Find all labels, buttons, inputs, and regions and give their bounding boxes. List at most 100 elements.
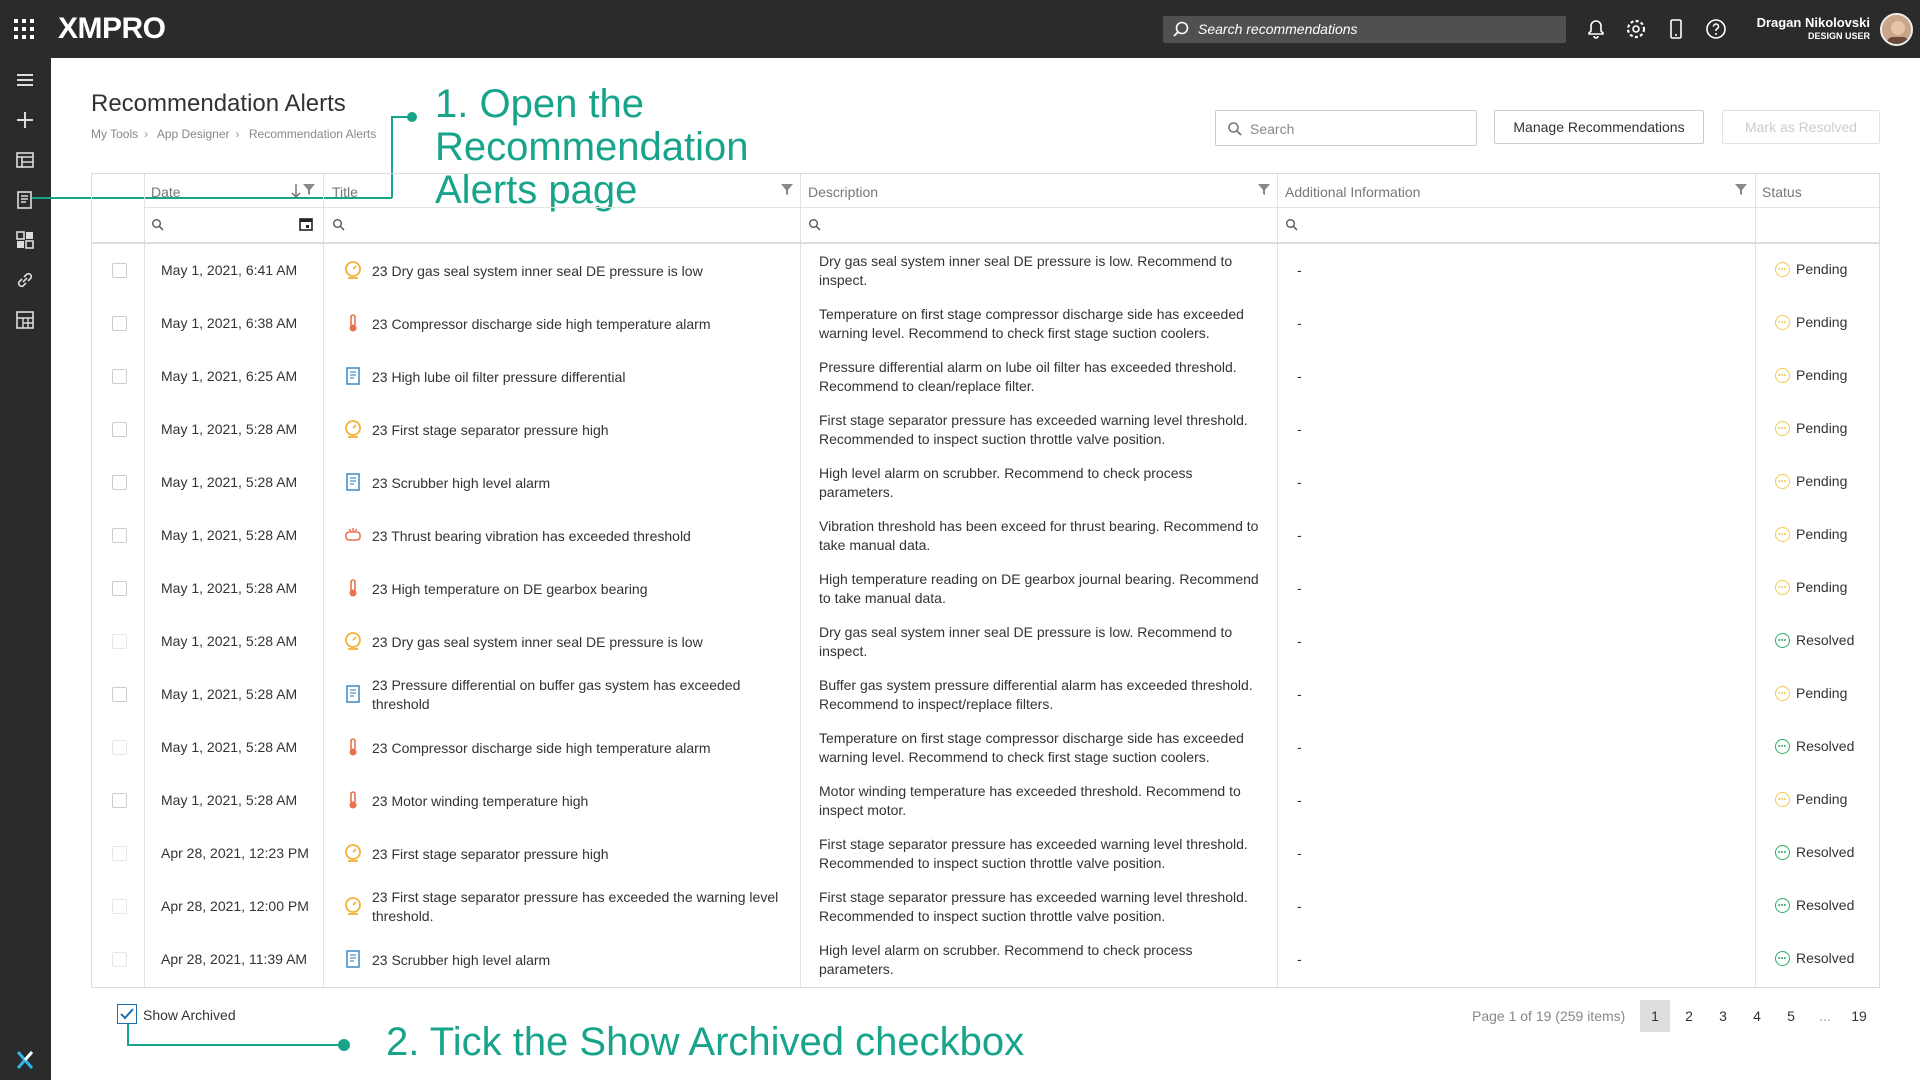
pressure-gauge-icon	[342, 418, 364, 440]
row-date: May 1, 2021, 6:25 AM	[161, 368, 298, 384]
row-date: May 1, 2021, 5:28 AM	[161, 527, 298, 543]
page-button-2[interactable]: 2	[1674, 1000, 1704, 1032]
table-row[interactable]: May 1, 2021, 6:41 AM 23 Dry gas seal syst…	[92, 244, 1879, 297]
column-header-additional-information[interactable]: Additional Information	[1285, 184, 1420, 200]
table-row[interactable]: May 1, 2021, 5:28 AM 23 Scrubber high lev…	[92, 456, 1879, 509]
table-row[interactable]: May 1, 2021, 5:28 AM 23 Compressor discha…	[92, 721, 1879, 774]
row-title[interactable]: 23 Dry gas seal system inner seal DE pre…	[372, 262, 792, 281]
row-checkbox[interactable]	[112, 687, 127, 702]
row-title[interactable]: 23 First stage separator pressure high	[372, 421, 792, 440]
column-header-status[interactable]: Status	[1762, 184, 1802, 200]
table-row[interactable]: May 1, 2021, 5:28 AM 23 Dry gas seal syst…	[92, 615, 1879, 668]
link-icon[interactable]	[13, 268, 37, 292]
row-title[interactable]: 23 Compressor discharge side high temper…	[372, 739, 792, 758]
page-button-1[interactable]: 1	[1640, 1000, 1670, 1032]
row-title[interactable]: 23 Dry gas seal system inner seal DE pre…	[372, 633, 792, 652]
search-icon[interactable]	[332, 218, 346, 232]
row-checkbox[interactable]	[112, 952, 127, 967]
row-additional-info: -	[1297, 368, 1302, 384]
row-date: May 1, 2021, 5:28 AM	[161, 686, 298, 702]
column-header-title[interactable]: Title	[332, 184, 358, 200]
calendar-icon[interactable]	[298, 216, 314, 232]
column-header-description[interactable]: Description	[808, 184, 878, 200]
column-header-date[interactable]: Date	[151, 184, 181, 200]
table-row[interactable]: May 1, 2021, 5:28 AM 23 Thrust bearing vi…	[92, 509, 1879, 562]
table-row[interactable]: May 1, 2021, 5:28 AM 23 High temperature …	[92, 562, 1879, 615]
mobile-icon[interactable]	[1664, 17, 1688, 41]
row-checkbox[interactable]	[112, 475, 127, 490]
search-icon[interactable]	[808, 218, 822, 232]
filter-icon[interactable]	[302, 182, 316, 196]
table-row[interactable]: Apr 28, 2021, 12:00 PM 23 First stage sep…	[92, 880, 1879, 933]
filter-icon[interactable]	[1734, 182, 1748, 196]
table-row[interactable]: Apr 28, 2021, 12:23 PM 23 First stage sep…	[92, 827, 1879, 880]
row-title[interactable]: 23 High temperature on DE gearbox bearin…	[372, 580, 792, 599]
row-checkbox[interactable]	[112, 369, 127, 384]
avatar[interactable]	[1880, 13, 1913, 46]
menu-icon[interactable]	[13, 68, 37, 92]
row-checkbox[interactable]	[112, 846, 127, 861]
recommendation-search-input[interactable]: Search recommendations	[1163, 16, 1566, 43]
page-button-4[interactable]: 4	[1742, 1000, 1772, 1032]
row-title[interactable]: 23 First stage separator pressure has ex…	[372, 888, 792, 926]
row-checkbox[interactable]	[112, 740, 127, 755]
row-title[interactable]: 23 First stage separator pressure high	[372, 845, 792, 864]
manage-recommendations-button[interactable]: Manage Recommendations	[1494, 110, 1704, 144]
mark-as-resolved-button[interactable]: Mark as Resolved	[1722, 110, 1880, 144]
breadcrumb-item-my-tools[interactable]: My Tools	[91, 127, 138, 141]
table-row[interactable]: May 1, 2021, 5:28 AM 23 First stage separ…	[92, 403, 1879, 456]
bell-icon[interactable]	[1584, 17, 1608, 41]
filter-icon[interactable]	[1257, 182, 1271, 196]
table-search-input[interactable]: Search	[1215, 110, 1477, 146]
search-icon[interactable]	[1285, 218, 1299, 232]
add-icon[interactable]	[13, 108, 37, 132]
status-badge: Pending	[1775, 261, 1847, 277]
sort-down-icon[interactable]	[290, 182, 302, 200]
row-checkbox[interactable]	[112, 316, 127, 331]
row-additional-info: -	[1297, 262, 1302, 278]
row-additional-info: -	[1297, 686, 1302, 702]
checkbox[interactable]	[117, 1004, 137, 1024]
calculator-icon[interactable]	[13, 308, 37, 332]
xmpro-x-icon[interactable]	[13, 1048, 37, 1072]
dashboard-icon[interactable]	[13, 148, 37, 172]
help-icon[interactable]	[1704, 17, 1728, 41]
search-icon[interactable]	[151, 218, 165, 232]
app-launcher-icon[interactable]	[14, 19, 34, 39]
row-checkbox[interactable]	[112, 263, 127, 278]
status-label: Pending	[1796, 473, 1848, 489]
breadcrumb-item-app-designer[interactable]: App Designer	[157, 127, 230, 141]
page-button-5[interactable]: 5	[1776, 1000, 1806, 1032]
row-checkbox[interactable]	[112, 581, 127, 596]
row-title[interactable]: 23 Scrubber high level alarm	[372, 474, 792, 493]
apps-grid-icon[interactable]	[13, 228, 37, 252]
table-row[interactable]: May 1, 2021, 6:25 AM 23 High lube oil fil…	[92, 350, 1879, 403]
table-row[interactable]: May 1, 2021, 5:28 AM 23 Motor winding tem…	[92, 774, 1879, 827]
page-button-3[interactable]: 3	[1708, 1000, 1738, 1032]
status-label: Resolved	[1796, 897, 1855, 913]
row-title[interactable]: 23 High lube oil filter pressure differe…	[372, 368, 792, 387]
table-row[interactable]: May 1, 2021, 6:38 AM 23 Compressor discha…	[92, 297, 1879, 350]
row-description: Temperature on first stage compressor di…	[819, 306, 1244, 341]
row-title[interactable]: 23 Compressor discharge side high temper…	[372, 315, 792, 334]
row-checkbox[interactable]	[112, 528, 127, 543]
row-title[interactable]: 23 Thrust bearing vibration has exceeded…	[372, 527, 792, 546]
row-checkbox[interactable]	[112, 793, 127, 808]
page-button-last[interactable]: 19	[1844, 1000, 1874, 1032]
filter-icon[interactable]	[780, 182, 794, 196]
row-title[interactable]: 23 Scrubber high level alarm	[372, 951, 792, 970]
checkmark-icon	[120, 1008, 134, 1020]
xmpro-logo[interactable]: XMPRO	[58, 12, 166, 46]
row-checkbox[interactable]	[112, 422, 127, 437]
row-title[interactable]: 23 Motor winding temperature high	[372, 792, 792, 811]
row-checkbox[interactable]	[112, 634, 127, 649]
row-title[interactable]: 23 Pressure differential on buffer gas s…	[372, 676, 792, 714]
row-description: Buffer gas system pressure differential …	[819, 677, 1253, 712]
recommendations-icon[interactable]	[13, 188, 37, 212]
row-checkbox[interactable]	[112, 899, 127, 914]
table-row[interactable]: May 1, 2021, 5:28 AM 23 Pressure differen…	[92, 668, 1879, 721]
user-info[interactable]: Dragan Nikolovski DESIGN USER	[1757, 15, 1870, 41]
top-bar: XMPRO Search recommendations Dragan Niko…	[0, 0, 1920, 58]
gear-icon[interactable]	[1624, 17, 1648, 41]
table-row[interactable]: Apr 28, 2021, 11:39 AM 23 Scrubber high l…	[92, 933, 1879, 986]
